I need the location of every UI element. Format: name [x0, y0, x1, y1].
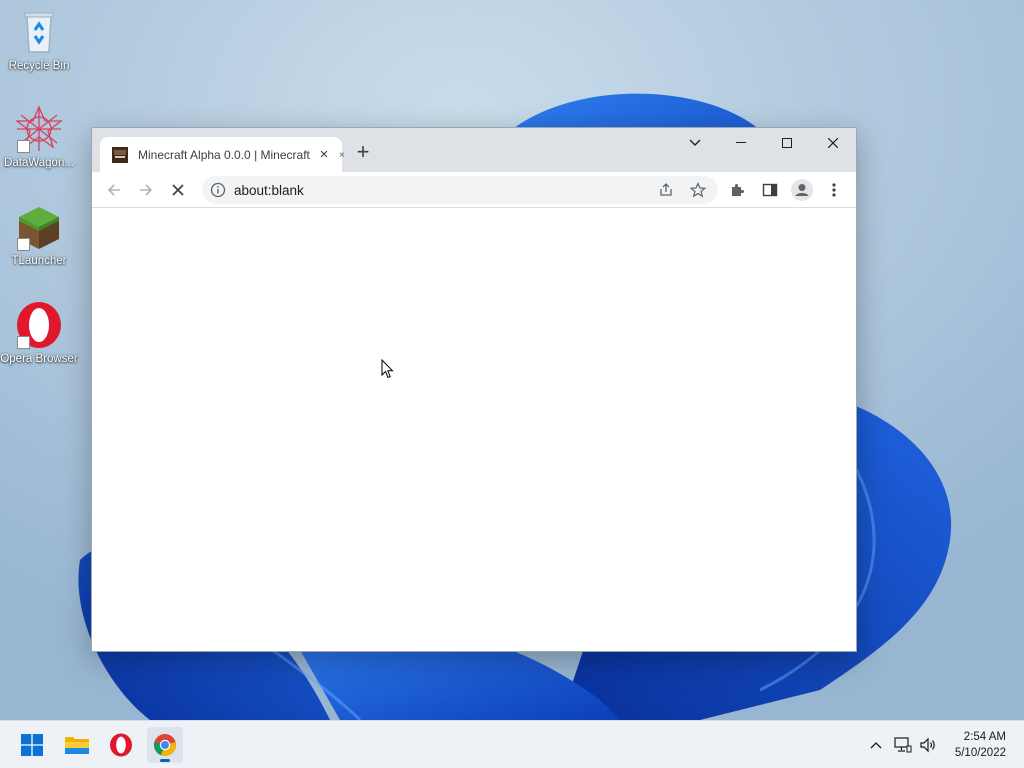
share-icon [660, 183, 672, 196]
side-panel-button[interactable] [756, 176, 784, 204]
address-bar[interactable]: about:blank [202, 176, 718, 204]
info-icon[interactable] [210, 182, 226, 198]
stop-button[interactable] [164, 176, 192, 204]
minecraft-favicon-icon [112, 146, 128, 163]
desktop-icon-datawagon[interactable]: DataWagon... [0, 105, 78, 170]
profile-button[interactable] [788, 176, 816, 204]
volume-icon [920, 737, 935, 753]
shortcut-arrow-icon [17, 336, 30, 349]
forward-button[interactable] [132, 176, 160, 204]
desktop-icon-recycle-bin[interactable]: Recycle Bin [0, 8, 78, 73]
desktop-icon-opera[interactable]: Opera Browser [0, 301, 78, 366]
datawagon-icon [15, 105, 63, 153]
clock-date: 5/10/2022 [954, 747, 1006, 759]
network-button[interactable] [893, 735, 913, 755]
clock-time: 2:54 AM [963, 731, 1006, 743]
extensions-puzzle-icon [732, 184, 744, 196]
shortcut-arrow-icon [17, 140, 30, 153]
taskbar-clock[interactable]: 2:54 AM 5/10/2022 [955, 729, 1006, 761]
tab-strip: Minecraft Alpha 0.0.0 | Minecraft × × + [92, 128, 856, 172]
browser-window[interactable]: Minecraft Alpha 0.0.0 | Minecraft × × + [91, 127, 857, 652]
start-button[interactable] [14, 727, 50, 763]
shortcut-arrow-icon [17, 238, 30, 251]
close-window-button[interactable] [810, 128, 856, 158]
forward-arrow-icon [140, 184, 153, 196]
taskbar: 2:54 AM 5/10/2022 [0, 720, 1024, 768]
minimize-button[interactable] [718, 128, 764, 158]
browser-tab[interactable]: Minecraft Alpha 0.0.0 | Minecraft × [100, 137, 342, 172]
back-arrow-icon [107, 184, 120, 196]
chrome-icon [154, 734, 176, 757]
browser-toolbar: about:blank [92, 172, 856, 208]
close-icon [828, 138, 838, 148]
profile-avatar-icon [791, 179, 813, 201]
taskbar-opera[interactable] [103, 727, 139, 763]
file-explorer-icon [65, 737, 89, 754]
tab-search-button[interactable] [672, 128, 718, 158]
chevron-up-icon [870, 742, 882, 749]
page-content[interactable] [92, 209, 856, 651]
recycle-bin-icon [15, 8, 63, 56]
active-app-indicator [160, 759, 170, 762]
stop-icon [172, 184, 184, 196]
desktop-icon-label: DataWagon... [4, 157, 74, 169]
chevron-down-icon [689, 139, 701, 146]
new-tab-button[interactable]: + [352, 141, 374, 164]
back-button[interactable] [100, 176, 128, 204]
address-text[interactable]: about:blank [234, 183, 304, 198]
minimize-icon [736, 142, 746, 143]
extensions-button[interactable] [724, 176, 752, 204]
tab-overflow-close-icon[interactable]: × [339, 150, 345, 161]
menu-kebab-icon [832, 183, 836, 197]
browser-menu-button[interactable] [820, 176, 848, 204]
taskbar-file-explorer[interactable] [59, 727, 95, 763]
windows-start-icon [21, 734, 43, 756]
opera-icon [110, 733, 132, 757]
desktop-icon-label: TLauncher [11, 255, 67, 267]
taskbar-chrome[interactable] [147, 727, 183, 763]
desktop-icon-label: Opera Browser [0, 353, 78, 365]
tab-close-button[interactable]: × [316, 146, 332, 163]
network-icon [894, 737, 912, 753]
maximize-button[interactable] [764, 128, 810, 158]
share-button[interactable] [652, 176, 680, 204]
mouse-cursor-icon [381, 359, 394, 379]
desktop-icon-tlauncher[interactable]: TLauncher [0, 203, 78, 268]
volume-button[interactable] [918, 735, 938, 755]
opera-icon [15, 301, 63, 349]
grass-block-icon [15, 203, 63, 251]
desktop-icon-label: Recycle Bin [8, 60, 70, 72]
maximize-icon [782, 138, 792, 148]
show-hidden-icons-button[interactable] [866, 735, 886, 755]
tab-title: Minecraft Alpha 0.0.0 | Minecraft [138, 147, 310, 162]
bookmark-star-icon [690, 182, 706, 198]
side-panel-icon [762, 183, 778, 197]
bookmark-button[interactable] [684, 176, 712, 204]
